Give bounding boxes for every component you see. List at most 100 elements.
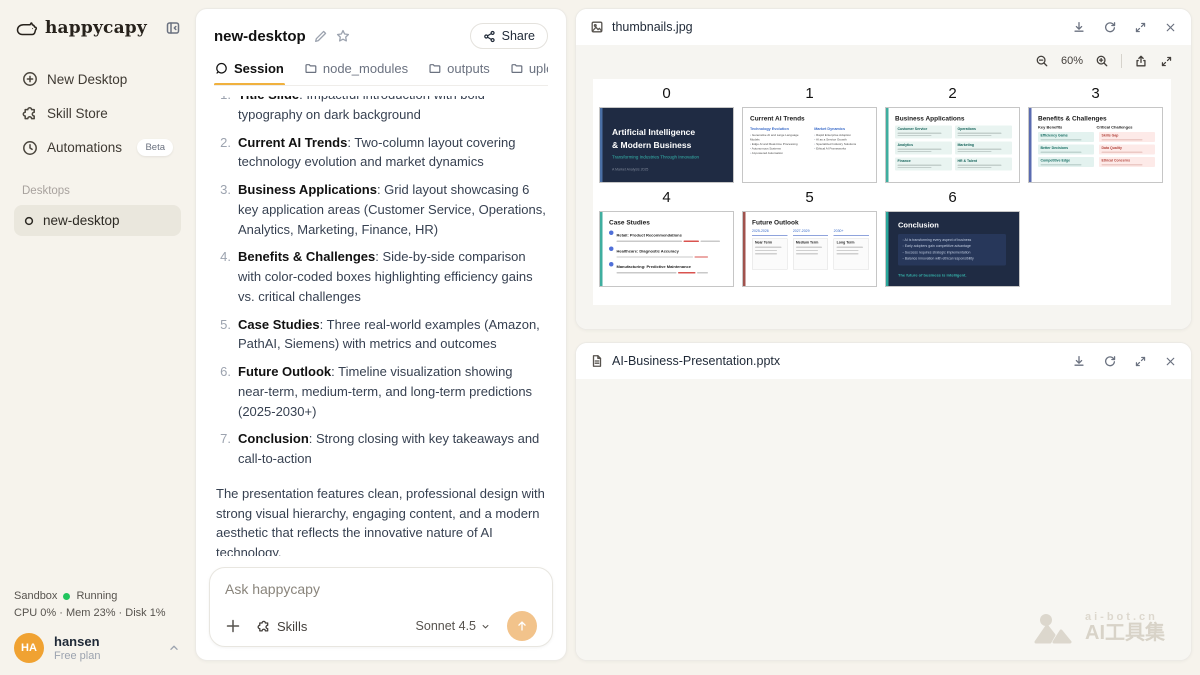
slide-thumbnail-3: Benefits & Challenges Key Benefits Criti…: [1028, 107, 1163, 183]
zoom-level: 60%: [1061, 55, 1083, 67]
sidebar-item-automations[interactable]: Automations Beta: [14, 132, 181, 163]
sandbox-status: Running: [76, 590, 117, 602]
watermark-logo-icon: [1034, 612, 1076, 644]
slide-title: Case Studies: [609, 219, 726, 227]
expand-icon[interactable]: [1134, 21, 1147, 34]
close-icon[interactable]: [1164, 21, 1177, 34]
download-icon[interactable]: [1072, 20, 1086, 34]
tab-label: uploads: [529, 61, 548, 76]
slide-thumbnail-1: Current AI Trends Technology Evolution G…: [742, 107, 877, 183]
user-menu[interactable]: HA hansen Free plan: [14, 633, 181, 663]
folder-icon: [304, 62, 317, 75]
session-panel: new-desktop Share Session: [195, 8, 567, 661]
slide-number: 5: [742, 189, 877, 206]
list-item: 3.Business Applications: Grid layout sho…: [216, 180, 546, 239]
slide-outline-list: 1.Title Slide: Impactful introduction wi…: [216, 96, 546, 469]
resource-stats: CPU 0% · Mem 23% · Disk 1%: [14, 607, 181, 619]
tab-uploads[interactable]: uploads: [509, 61, 548, 85]
composer: Ask happycapy Skills Sonnet 4.5: [209, 567, 553, 647]
edit-icon[interactable]: [314, 29, 328, 43]
sidebar-item-new-desktop-selected[interactable]: new-desktop: [14, 205, 181, 236]
watermark-line2: AI工具集: [1085, 623, 1165, 644]
refresh-icon[interactable]: [1103, 354, 1117, 368]
user-name: hansen: [54, 634, 100, 650]
puzzle-icon: [257, 619, 271, 633]
slide-title: Conclusion: [898, 221, 939, 230]
chat-icon: [215, 62, 228, 75]
slide-thumbnail-5: Future Outlook 2025-2026Near Term 2027-2…: [742, 211, 877, 287]
thumbnails-image: 0 1 2 3 Artificial Intelligence& Modern …: [593, 79, 1171, 305]
document-file-icon: [590, 354, 604, 368]
slide-thumbnail-0: Artificial Intelligence& Modern Business…: [599, 107, 734, 183]
slide-closing-line: The future of business is intelligent.: [898, 273, 966, 278]
send-button[interactable]: [507, 611, 537, 641]
image-file-icon: [590, 20, 604, 34]
slide-thumbnail-6: Conclusion AI is transforming every aspe…: [885, 211, 1020, 287]
slide-title: & Modern Business: [612, 141, 691, 151]
tab-label: outputs: [447, 61, 490, 76]
avatar: HA: [14, 633, 44, 663]
sidebar-item-skill-store[interactable]: Skill Store: [14, 98, 181, 128]
watermark: ai-bot.cn AI工具集: [1034, 611, 1165, 644]
toolbar-divider: [1121, 54, 1122, 68]
sidebar-item-new-desktop[interactable]: New Desktop: [14, 64, 181, 94]
nav-label: Skill Store: [47, 106, 108, 121]
viewer-filename: thumbnails.jpg: [612, 20, 693, 34]
slide-subtitle: Transforming Industries Through Innovati…: [612, 154, 699, 159]
list-item: 7.Conclusion: Strong closing with key ta…: [216, 429, 546, 469]
status-dot-icon: [63, 593, 70, 600]
expand-icon[interactable]: [1134, 355, 1147, 368]
share-label: Share: [502, 29, 535, 43]
zoom-toolbar: 60%: [1035, 54, 1173, 68]
folder-icon: [428, 62, 441, 75]
slide-footer: A Market Analysis 2025: [612, 168, 648, 172]
chevron-down-icon: [480, 621, 491, 632]
desktop-label: new-desktop: [43, 213, 120, 228]
skills-label: Skills: [277, 619, 307, 634]
viewer-filename: AI-Business-Presentation.pptx: [612, 354, 780, 368]
model-selector[interactable]: Sonnet 4.5: [416, 619, 491, 633]
sidebar: happycapy New Desktop Skill Store: [0, 0, 195, 675]
clock-icon: [22, 140, 38, 156]
tab-node-modules[interactable]: node_modules: [303, 61, 409, 85]
slide-number: 0: [599, 85, 734, 102]
share-nodes-icon: [483, 30, 496, 43]
image-viewer-panel: thumbnails.jpg 60% 0 1 2 3: [575, 8, 1192, 330]
plus-circle-icon: [22, 71, 38, 87]
open-external-icon[interactable]: [1134, 54, 1148, 68]
chevron-up-icon: [167, 641, 181, 655]
brand-name: happycapy: [45, 18, 147, 38]
add-attachment-button[interactable]: [225, 618, 241, 634]
slide-thumbnail-4: Case Studies Retail: Product Recommendat…: [599, 211, 734, 287]
close-icon[interactable]: [1164, 355, 1177, 368]
desktops-section-label: Desktops: [14, 185, 181, 197]
tab-session[interactable]: Session: [214, 61, 285, 85]
message-input[interactable]: Ask happycapy: [225, 581, 537, 597]
tab-outputs[interactable]: outputs: [427, 61, 491, 85]
page-title: new-desktop: [214, 28, 306, 45]
fullscreen-icon[interactable]: [1160, 55, 1173, 68]
list-item: 4.Benefits & Challenges: Side-by-side co…: [216, 247, 546, 306]
slide-title: Benefits & Challenges: [1038, 115, 1155, 123]
session-transcript[interactable]: 1.Title Slide: Impactful introduction wi…: [196, 96, 566, 556]
refresh-icon[interactable]: [1103, 20, 1117, 34]
download-icon[interactable]: [1072, 354, 1086, 368]
zoom-in-icon[interactable]: [1095, 54, 1109, 68]
tab-label: node_modules: [323, 61, 408, 76]
nav-label: New Desktop: [47, 72, 127, 87]
list-item: 6.Future Outlook: Timeline visualization…: [216, 362, 546, 421]
sidebar-collapse-icon[interactable]: [165, 20, 181, 36]
share-button[interactable]: Share: [470, 23, 548, 49]
slide-number: 4: [599, 189, 734, 206]
app-root: happycapy New Desktop Skill Store: [0, 0, 1200, 675]
star-icon[interactable]: [336, 29, 350, 43]
list-item: 5.Case Studies: Three real-world example…: [216, 315, 546, 355]
column-heading: Technology Evolution: [750, 127, 807, 132]
folder-icon: [510, 62, 523, 75]
pptx-viewer-panel: AI-Business-Presentation.pptx ai-bot.cn …: [575, 342, 1192, 661]
slide-title: Business Applications: [895, 115, 1012, 123]
zoom-out-icon[interactable]: [1035, 54, 1049, 68]
skills-button[interactable]: Skills: [257, 619, 307, 634]
capybara-logo-icon: [14, 16, 38, 40]
model-name: Sonnet 4.5: [416, 619, 476, 633]
